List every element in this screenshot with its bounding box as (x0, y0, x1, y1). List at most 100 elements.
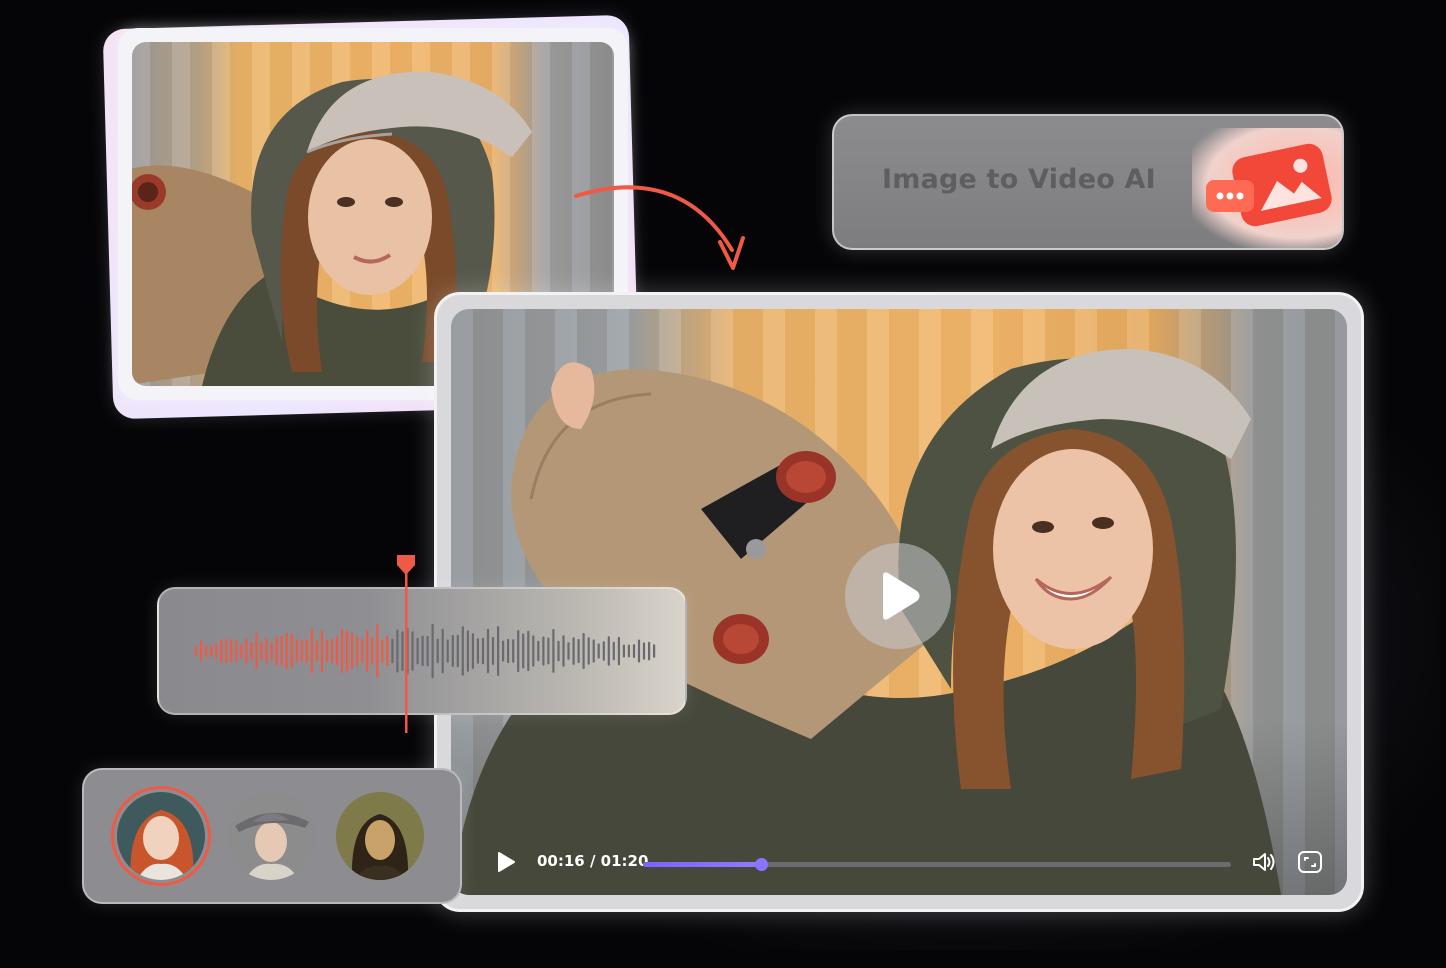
play-icon[interactable] (495, 851, 517, 873)
waveform-bar (607, 636, 610, 666)
waveform-bar (481, 637, 485, 665)
avatar-mona-lisa[interactable] (336, 792, 424, 880)
waveform-bar (376, 624, 379, 678)
waveform-bar (280, 635, 283, 667)
waveform-bar (305, 639, 308, 663)
waveform-bar (270, 642, 273, 660)
waveform-bar (235, 640, 238, 662)
waveform-bar (436, 638, 439, 664)
waveform-bar (486, 628, 490, 674)
waveform-bar (295, 639, 298, 663)
waveform-bar (527, 630, 530, 672)
waveform-bar (285, 633, 288, 669)
waveform-bar (391, 638, 394, 664)
fullscreen-icon[interactable] (1297, 850, 1323, 874)
waveform-bar (275, 636, 278, 666)
waveform-bar (547, 637, 550, 665)
waveform-bar (577, 638, 580, 664)
image-to-video-app-icon (1192, 128, 1342, 248)
waveform-bar (351, 632, 354, 669)
waveform-bar (205, 644, 208, 658)
avatar-woman-with-hat[interactable] (227, 792, 315, 880)
waveform-bar (471, 633, 474, 669)
waveform-bar (366, 630, 369, 672)
avatar-picker (82, 768, 462, 904)
waveform-bar (466, 630, 469, 672)
waveform-bar (627, 644, 630, 658)
waveform-bar (446, 639, 449, 663)
audio-waveform[interactable] (157, 587, 687, 715)
feature-title: Image to Video AI (882, 164, 1156, 195)
big-play-button[interactable] (845, 543, 951, 649)
waveform-bar (346, 630, 349, 672)
progress-fill (643, 862, 761, 867)
waveform-bar (632, 644, 636, 658)
waveform-bar (310, 628, 313, 674)
waveform-bar (300, 640, 303, 662)
waveform-bar (451, 634, 454, 667)
waveform-bar (612, 641, 615, 661)
waveform-bar (653, 644, 656, 658)
waveform-bar (502, 640, 505, 662)
waveform-bar (476, 638, 479, 664)
waveform-bar (562, 635, 565, 667)
feature-title-card: Image to Video AI (832, 114, 1344, 250)
waveform-bar (330, 638, 334, 664)
waveform-bar (320, 630, 323, 673)
avatar-red-hair-woman[interactable] (117, 792, 205, 880)
waveform-bar (637, 639, 641, 663)
progress-bar[interactable] (643, 858, 1231, 871)
waveform-bar (537, 640, 540, 662)
waveform-bar (461, 626, 464, 676)
waveform-bar (642, 642, 646, 660)
play-icon (883, 572, 920, 620)
progress-knob[interactable] (754, 858, 768, 871)
waveform-bar (617, 636, 620, 666)
waveform-bar (230, 639, 233, 663)
waveform-bar (426, 635, 429, 667)
waveform-bar (200, 640, 203, 662)
waveform-bar (265, 638, 268, 664)
waveform-bars (195, 623, 656, 679)
waveform-bar (517, 630, 520, 673)
volume-icon[interactable] (1251, 850, 1277, 874)
waveform-bar (215, 643, 218, 659)
waveform-bar (315, 640, 318, 662)
waveform-bar (335, 636, 339, 666)
waveform-bar (567, 642, 570, 660)
waveform-bar (421, 635, 424, 667)
waveform-bar (512, 639, 515, 663)
waveform-bar (522, 633, 525, 669)
waveform-bar (250, 642, 253, 660)
waveform-bar (587, 637, 590, 665)
waveform-bar (532, 635, 535, 667)
waveform-bar (381, 639, 384, 663)
waveform-bar (456, 634, 459, 668)
waveform-bar (325, 640, 329, 662)
waveform-bar (245, 638, 248, 664)
waveform-bar (240, 643, 243, 659)
time-display: 00:16 / 01:20 (537, 852, 649, 870)
waveform-bar (220, 639, 223, 663)
waveform-bar (356, 636, 359, 666)
player-controls: 00:16 / 01:20 (451, 843, 1347, 879)
waveform-bar (542, 636, 545, 666)
waveform-bar (441, 628, 444, 674)
waveform-bar (371, 637, 374, 665)
waveform-bar (602, 641, 605, 661)
waveform-bar (592, 639, 595, 663)
waveform-bar (648, 641, 651, 661)
waveform-bar (507, 638, 510, 664)
waveform-bar (622, 644, 625, 658)
waveform-bar (386, 635, 389, 667)
playhead-marker[interactable] (395, 553, 417, 735)
waveform-bar (255, 632, 258, 670)
waveform-bar (195, 646, 198, 656)
waveform-bar (225, 638, 228, 664)
waveform-bar (597, 643, 600, 659)
transform-arrow-icon (574, 185, 745, 270)
waveform-bar (290, 634, 293, 668)
waveform-bar (557, 640, 560, 662)
chat-image-icon (1206, 143, 1332, 227)
waveform-bar (552, 629, 555, 673)
